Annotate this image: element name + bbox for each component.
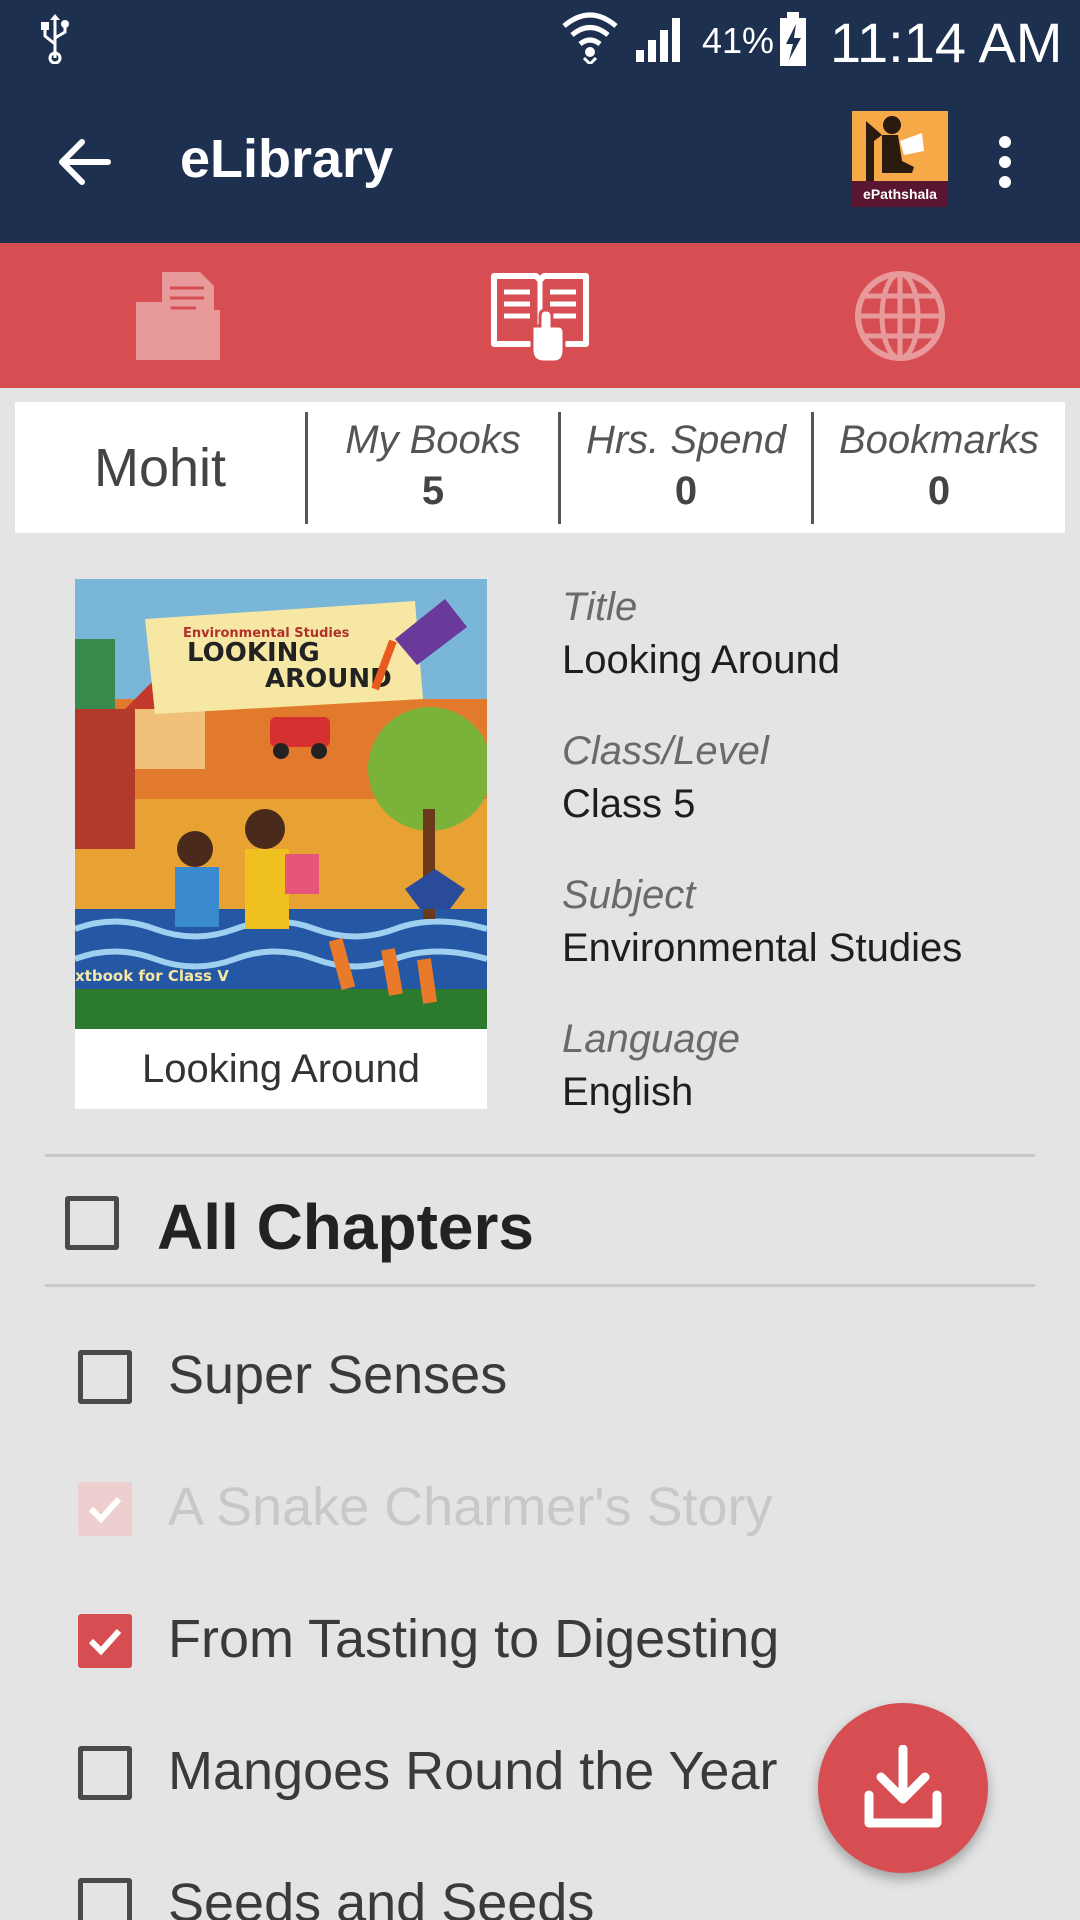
my-books-stat[interactable]: My Books 5 xyxy=(308,402,558,533)
book-language-field: Language English xyxy=(562,1017,1062,1115)
battery-charging-icon xyxy=(778,12,808,73)
book-class-field: Class/Level Class 5 xyxy=(562,729,1062,827)
app-bar: eLibrary ePathshala xyxy=(0,80,1080,243)
chapter-label: From Tasting to Digesting xyxy=(168,1609,780,1669)
chapter-item[interactable]: From Tasting to Digesting xyxy=(78,1600,998,1680)
bookmarks-label: Bookmarks xyxy=(838,418,1040,462)
app-logo[interactable]: ePathshala xyxy=(852,111,948,207)
globe-icon xyxy=(855,271,945,361)
my-books-label: My Books xyxy=(345,418,521,462)
chapter-item[interactable]: Super Senses xyxy=(78,1336,998,1416)
all-chapters-checkbox[interactable] xyxy=(65,1196,119,1250)
reader-logo-icon xyxy=(866,116,924,181)
cover-title-line2: AROUND xyxy=(265,664,392,694)
check-icon xyxy=(88,1496,122,1524)
language-value: English xyxy=(562,1070,694,1114)
divider xyxy=(45,1284,1035,1287)
chapter-checkbox-downloaded xyxy=(78,1482,132,1536)
subject-label: Subject xyxy=(562,873,696,917)
tab-online[interactable] xyxy=(720,243,1080,388)
book-title-field: Title Looking Around xyxy=(562,585,1062,683)
chapter-item: A Snake Charmer's Story xyxy=(78,1468,998,1548)
title-value: Looking Around xyxy=(562,638,841,682)
tab-documents[interactable] xyxy=(0,243,360,388)
user-stats-bar: Mohit My Books 5 Hrs. Spend 0 Bookmarks … xyxy=(15,402,1065,533)
tab-my-library[interactable] xyxy=(360,243,720,388)
documents-folder-icon xyxy=(136,272,220,360)
battery-percent: 41% xyxy=(702,20,775,61)
chapter-label: Mangoes Round the Year xyxy=(168,1741,778,1801)
my-books-value: 5 xyxy=(421,469,445,513)
chapter-label: Super Senses xyxy=(168,1345,508,1405)
chapter-checkbox[interactable] xyxy=(78,1878,132,1920)
signal-icon xyxy=(636,14,688,67)
divider xyxy=(45,1154,1035,1157)
cover-caption: Looking Around xyxy=(141,1047,420,1091)
bookmarks-stat[interactable]: Bookmarks 0 xyxy=(814,402,1064,533)
class-label: Class/Level xyxy=(562,729,769,773)
bookmarks-value: 0 xyxy=(927,469,951,513)
user-name: Mohit xyxy=(93,437,227,498)
book-cover[interactable]: Environmental Studies LOOKING AROUND xtb… xyxy=(75,579,487,1109)
chapter-checkbox[interactable] xyxy=(78,1614,132,1668)
title-label: Title xyxy=(562,585,638,629)
download-fab-button[interactable] xyxy=(818,1703,988,1873)
logo-text: ePathshala xyxy=(852,181,948,207)
hrs-spend-value: 0 xyxy=(674,469,698,513)
class-value: Class 5 xyxy=(562,782,696,826)
status-bar: 41% 11:14 AM xyxy=(0,0,1080,80)
app-title: eLibrary xyxy=(180,129,394,189)
chapter-label: A Snake Charmer's Story xyxy=(168,1477,773,1537)
chapter-item[interactable]: Seeds and Seeds xyxy=(78,1864,998,1920)
clock: 11:14 AM xyxy=(830,11,1063,74)
all-chapters-checkbox-row[interactable]: All Chapters xyxy=(65,1190,965,1263)
wifi-icon xyxy=(560,8,620,69)
book-cover-illustration: Environmental Studies LOOKING AROUND xtb… xyxy=(75,579,487,1029)
cover-footer: xtbook for Class V xyxy=(75,967,229,985)
book-touch-icon xyxy=(491,273,589,364)
language-label: Language xyxy=(562,1017,740,1061)
chapter-label: Seeds and Seeds xyxy=(168,1873,595,1920)
subject-value: Environmental Studies xyxy=(562,926,963,970)
back-arrow-icon[interactable] xyxy=(56,132,116,192)
chapter-checkbox[interactable] xyxy=(78,1350,132,1404)
tab-strip xyxy=(0,243,1080,388)
hrs-spend-stat: Hrs. Spend 0 xyxy=(561,402,811,533)
more-options-icon[interactable] xyxy=(990,132,1020,192)
usb-icon xyxy=(38,14,72,69)
download-icon xyxy=(864,1745,942,1828)
book-subject-field: Subject Environmental Studies xyxy=(562,873,1062,971)
check-icon xyxy=(88,1628,122,1656)
all-chapters-label: All Chapters xyxy=(157,1191,534,1263)
hrs-spend-label: Hrs. Spend xyxy=(585,418,787,462)
chapter-checkbox[interactable] xyxy=(78,1746,132,1800)
